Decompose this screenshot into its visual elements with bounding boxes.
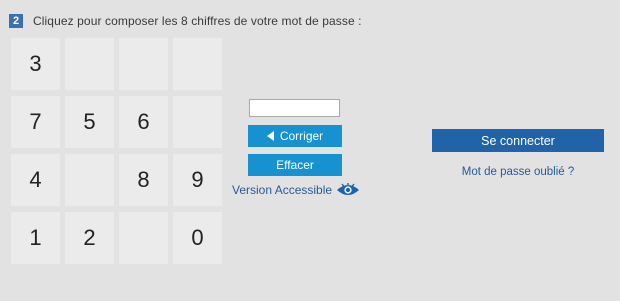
forgot-password-link[interactable]: Mot de passe oublié ? [432, 166, 604, 178]
effacer-button[interactable]: Effacer [248, 154, 342, 176]
connect-label: Se connecter [481, 133, 555, 148]
connect-button[interactable]: Se connecter [432, 129, 604, 152]
keypad-key[interactable]: 0 [173, 212, 222, 264]
keypad-key[interactable] [119, 38, 168, 90]
keypad-key[interactable] [65, 38, 114, 90]
keypad-key[interactable] [119, 212, 168, 264]
accessible-version-label: Version Accessible [232, 183, 333, 197]
password-field[interactable] [249, 99, 340, 117]
keypad-key[interactable] [65, 154, 114, 206]
corriger-label: Corriger [279, 129, 324, 143]
keypad-key[interactable]: 5 [65, 96, 114, 148]
keypad-key[interactable]: 9 [173, 154, 222, 206]
step-instruction: Cliquez pour composer les 8 chiffres de … [33, 14, 362, 28]
keypad-key[interactable] [173, 96, 222, 148]
keypad-key[interactable]: 7 [11, 96, 60, 148]
eye-icon [336, 183, 360, 197]
keypad-key[interactable]: 6 [119, 96, 168, 148]
effacer-label: Effacer [276, 158, 314, 172]
step-number-badge: 2 [9, 14, 23, 28]
keypad-key[interactable]: 2 [65, 212, 114, 264]
step-header: 2 Cliquez pour composer les 8 chiffres d… [9, 14, 362, 28]
keypad-key[interactable]: 8 [119, 154, 168, 206]
keypad-key[interactable]: 3 [11, 38, 60, 90]
corriger-button[interactable]: Corriger [248, 125, 342, 147]
keypad-key[interactable] [173, 38, 222, 90]
virtual-keypad: 3 7 5 6 4 8 9 1 2 0 [11, 38, 222, 264]
keypad-key[interactable]: 4 [11, 154, 60, 206]
accessible-version-link[interactable]: Version Accessible [232, 183, 360, 197]
triangle-left-icon [266, 131, 274, 141]
keypad-key[interactable]: 1 [11, 212, 60, 264]
